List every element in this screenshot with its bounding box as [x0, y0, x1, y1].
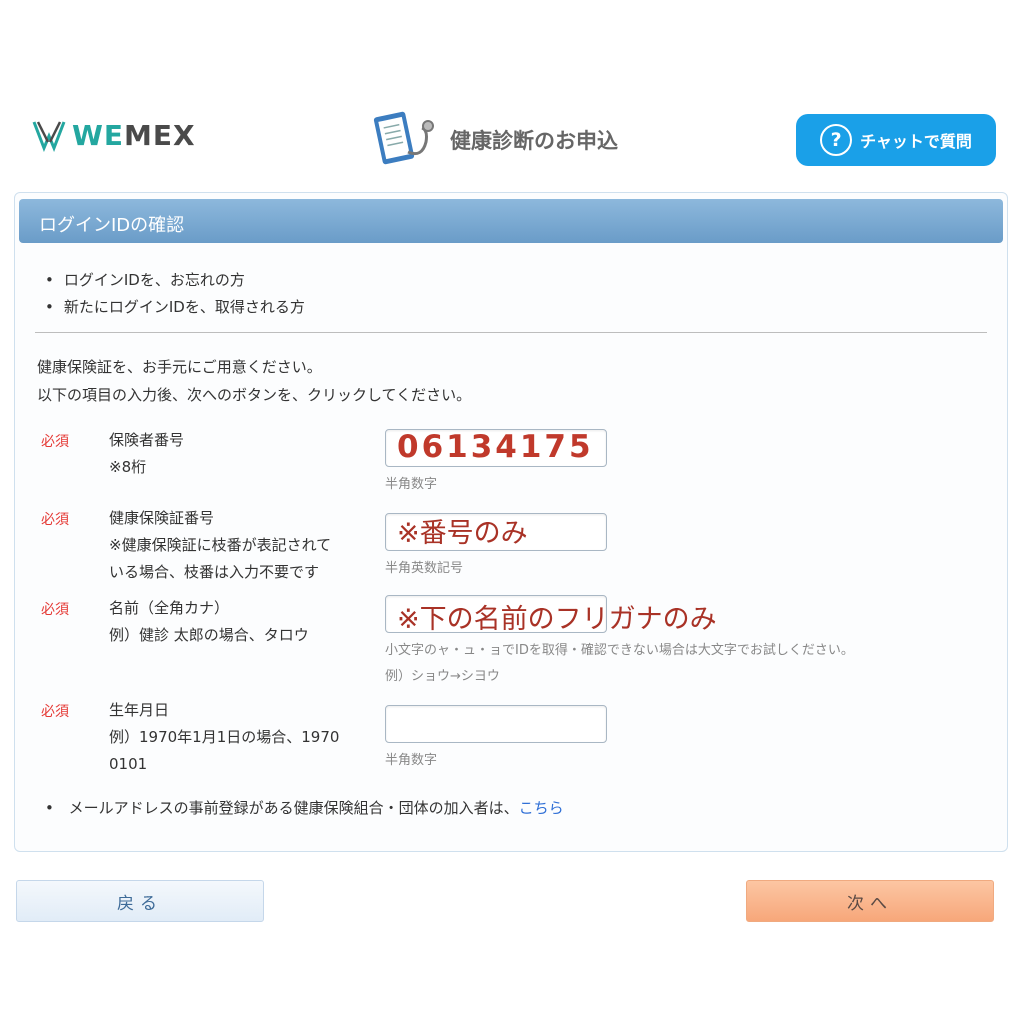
panel-title: ログインIDの確認 — [19, 199, 1003, 243]
chat-button-label: チャットで質問 — [860, 132, 972, 151]
wemex-logo-mark-icon — [32, 121, 66, 152]
next-button[interactable]: 次へ — [746, 880, 994, 922]
chat-question-button[interactable]: ? チャットで質問 — [796, 114, 996, 166]
list-item: 新たにログインIDを、取得される方 — [45, 294, 305, 321]
intro-line: 以下の項目の入力後、次へのボタンを、クリックしてください。 — [37, 386, 472, 404]
required-badge: 必須 — [41, 602, 69, 618]
field-hint: 半角英数記号 — [385, 561, 464, 576]
field-hint: 半角数字 — [385, 477, 438, 492]
field-hint: 半角数字 — [385, 753, 438, 768]
page-heading: 健康診断のお申込 — [372, 108, 618, 172]
birthdate-input[interactable] — [385, 705, 607, 743]
clipboard-stethoscope-icon — [373, 111, 434, 165]
list-item: ログインIDを、お忘れの方 — [45, 267, 305, 294]
required-badge: 必須 — [41, 512, 69, 528]
wemex-logo: WEMEX — [32, 118, 196, 152]
login-id-panel: ログインIDの確認 ログインIDを、お忘れの方 新たにログインIDを、取得される… — [14, 192, 1008, 852]
field-label: 生年月日 例）1970年1月1日の場合、1970 0101 — [109, 701, 340, 773]
divider — [35, 332, 987, 333]
question-icon: ? — [820, 124, 853, 156]
back-button[interactable]: 戻る — [16, 880, 264, 922]
mail-registration-link[interactable]: こちら — [519, 799, 564, 817]
intro-text: 健康保険証を、お手元にご用意ください。 以下の項目の入力後、次へのボタンを、クリ… — [37, 353, 471, 409]
mail-registration-note: メールアドレスの事前登録がある健康保険組合・団体の加入者は、こちら — [45, 797, 564, 818]
required-badge: 必須 — [41, 704, 69, 720]
intro-line: 健康保険証を、お手元にご用意ください。 — [37, 358, 322, 376]
field-label: 健康保険証番号 ※健康保険証に枝番が表記されて いる場合、枝番は入力不要です — [109, 509, 332, 581]
name-annotation: ※下の名前のフリガナのみ — [397, 604, 717, 635]
field-hint-example: 例）ショウ→シヨウ — [385, 669, 500, 684]
insurer-number-annotation: 06134175 — [397, 429, 594, 465]
logo-text: WEMEX — [72, 118, 196, 152]
field-label: 名前（全角カナ） 例）健診 太郎の場合、タロウ — [109, 599, 309, 644]
bullet-list: ログインIDを、お忘れの方 新たにログインIDを、取得される方 — [45, 267, 305, 321]
required-badge: 必須 — [41, 434, 69, 450]
page-title: 健康診断のお申込 — [450, 129, 618, 153]
field-hint: 小文字のャ・ュ・ョでIDを取得・確認できない場合は大文字でお試しください。 — [385, 643, 854, 658]
field-label: 保険者番号 ※8桁 — [109, 431, 185, 476]
card-number-annotation: ※番号のみ — [397, 518, 528, 549]
